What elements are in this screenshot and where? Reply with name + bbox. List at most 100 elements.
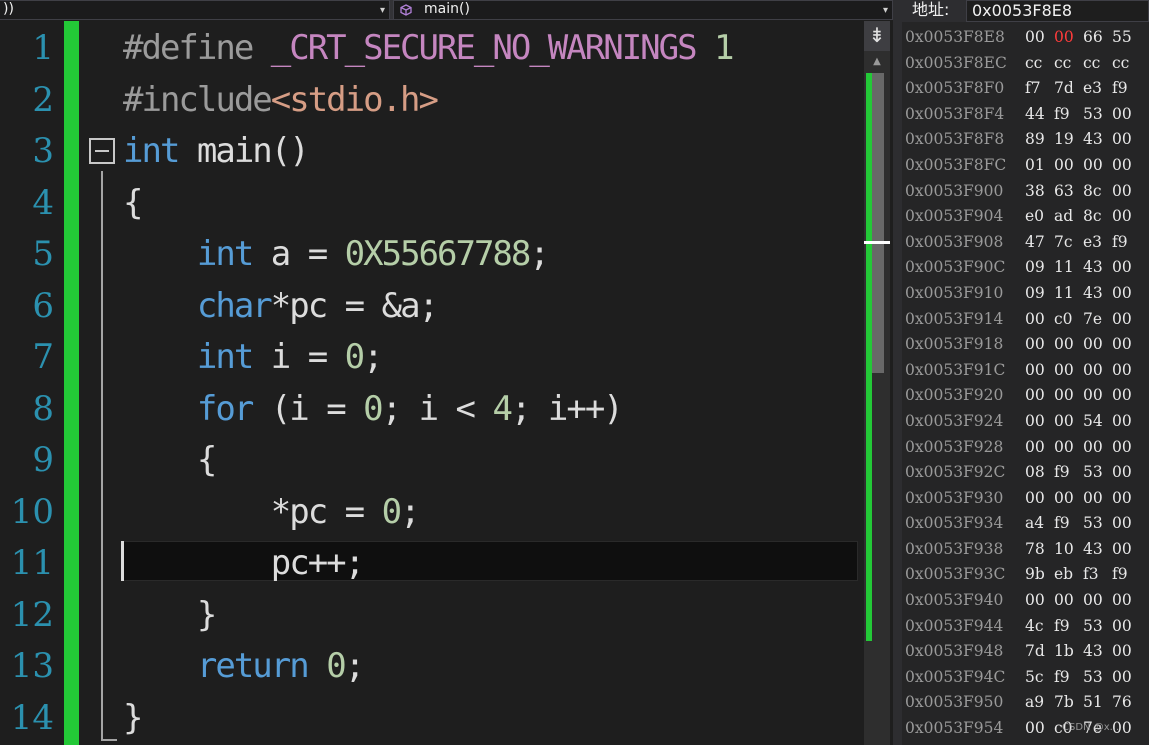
scroll-thumb[interactable]	[872, 73, 884, 373]
memory-row[interactable]: 0x0053F93C 9b eb f3 f9	[902, 562, 1149, 588]
memory-byte[interactable]: 00	[1025, 307, 1045, 332]
memory-row[interactable]: 0x0053F910 09 11 43 00	[902, 281, 1149, 307]
memory-byte[interactable]: 8c	[1083, 179, 1102, 204]
memory-row[interactable]: 0x0053F918 00 00 00 00	[902, 332, 1149, 358]
memory-byte[interactable]: 00	[1112, 179, 1132, 204]
memory-byte[interactable]: 00	[1112, 409, 1132, 434]
memory-byte[interactable]: 7c	[1054, 230, 1073, 255]
memory-byte[interactable]: 78	[1025, 537, 1045, 562]
memory-byte[interactable]: 89	[1025, 127, 1045, 152]
memory-byte[interactable]: 43	[1083, 127, 1103, 152]
code-line[interactable]: int i = 0;	[123, 332, 384, 383]
code-line[interactable]: *pc = 0;	[123, 487, 421, 538]
memory-byte[interactable]: 00	[1025, 409, 1045, 434]
memory-byte[interactable]: 76	[1112, 690, 1132, 715]
memory-byte[interactable]: cc	[1054, 51, 1071, 76]
memory-row[interactable]: 0x0053F938 78 10 43 00	[902, 537, 1149, 563]
memory-byte[interactable]: 00	[1112, 358, 1132, 383]
memory-byte[interactable]: 43	[1083, 281, 1103, 306]
memory-byte[interactable]: f7	[1025, 76, 1041, 101]
memory-byte[interactable]: 63	[1054, 179, 1074, 204]
memory-byte[interactable]: 00	[1054, 409, 1074, 434]
memory-byte[interactable]: 00	[1054, 486, 1074, 511]
memory-byte[interactable]: 11	[1054, 255, 1074, 280]
memory-byte[interactable]: 00	[1054, 383, 1074, 408]
memory-byte[interactable]: e3	[1083, 76, 1102, 101]
code-line[interactable]: int a = 0X55667788;	[123, 229, 550, 280]
code-line[interactable]: {	[123, 435, 217, 486]
memory-byte[interactable]: 00	[1083, 486, 1103, 511]
memory-byte[interactable]: 8c	[1083, 204, 1102, 229]
memory-byte[interactable]: 38	[1025, 179, 1045, 204]
memory-row[interactable]: 0x0053F8FC 01 00 00 00	[902, 153, 1149, 179]
memory-byte[interactable]: 00	[1112, 383, 1132, 408]
memory-byte[interactable]: 7d	[1054, 76, 1074, 101]
memory-byte[interactable]: 00	[1054, 435, 1074, 460]
memory-byte[interactable]: 00	[1083, 435, 1103, 460]
memory-byte[interactable]: 09	[1025, 281, 1045, 306]
memory-byte[interactable]: 7e	[1083, 307, 1102, 332]
memory-byte[interactable]: 00	[1054, 25, 1074, 50]
memory-byte[interactable]: 53	[1083, 102, 1103, 127]
memory-byte[interactable]: 47	[1025, 230, 1045, 255]
memory-byte[interactable]: 1b	[1054, 639, 1074, 664]
code-line[interactable]: {	[123, 178, 144, 229]
memory-byte[interactable]: 01	[1025, 153, 1045, 178]
vertical-scrollbar[interactable]: ⇟ ▲	[864, 21, 890, 745]
memory-byte[interactable]: f9	[1054, 511, 1070, 536]
memory-byte[interactable]: 00	[1112, 460, 1132, 485]
memory-byte[interactable]: 00	[1054, 153, 1074, 178]
memory-byte[interactable]: 43	[1083, 255, 1103, 280]
memory-byte[interactable]: 00	[1112, 639, 1132, 664]
memory-byte[interactable]: 00	[1112, 332, 1132, 357]
memory-byte[interactable]: 00	[1083, 383, 1103, 408]
address-input[interactable]: 0x0053F8E8	[966, 0, 1149, 22]
memory-byte[interactable]: 00	[1083, 153, 1103, 178]
memory-byte[interactable]: 00	[1083, 588, 1103, 613]
memory-byte[interactable]: 55	[1112, 25, 1132, 50]
memory-byte[interactable]: cc	[1112, 51, 1129, 76]
memory-byte[interactable]: 00	[1112, 665, 1132, 690]
memory-row[interactable]: 0x0053F908 47 7c e3 f9	[902, 230, 1149, 256]
collapse-icon[interactable]	[89, 138, 115, 164]
code-line[interactable]: char*pc = &a;	[123, 281, 439, 332]
memory-row[interactable]: 0x0053F944 4c f9 53 00	[902, 614, 1149, 640]
memory-row[interactable]: 0x0053F920 00 00 00 00	[902, 383, 1149, 409]
code-line[interactable]: #define _CRT_SECURE_NO_WARNINGS 1	[123, 23, 735, 74]
memory-byte[interactable]: 00	[1112, 511, 1132, 536]
code-line[interactable]: for (i = 0; i < 4; i++)	[123, 384, 624, 435]
code-line[interactable]: int main()	[123, 126, 310, 177]
memory-byte[interactable]: e0	[1025, 204, 1044, 229]
memory-byte[interactable]: 44	[1025, 102, 1045, 127]
memory-row[interactable]: 0x0053F934 a4 f9 53 00	[902, 511, 1149, 537]
memory-byte[interactable]: 00	[1112, 486, 1132, 511]
scope-dropdown[interactable]: )) ▾	[0, 0, 390, 20]
memory-byte[interactable]: 00	[1112, 127, 1132, 152]
memory-byte[interactable]: 00	[1025, 332, 1045, 357]
memory-byte[interactable]: 00	[1025, 358, 1045, 383]
memory-byte[interactable]: f9	[1112, 562, 1128, 587]
memory-byte[interactable]: 53	[1083, 614, 1103, 639]
memory-byte[interactable]: 00	[1112, 281, 1132, 306]
memory-byte[interactable]: f9	[1054, 460, 1070, 485]
memory-byte[interactable]: 08	[1025, 460, 1045, 485]
memory-byte[interactable]: 09	[1025, 255, 1045, 280]
memory-byte[interactable]: f9	[1054, 614, 1070, 639]
memory-byte[interactable]: 00	[1025, 716, 1045, 741]
memory-byte[interactable]: 00	[1112, 588, 1132, 613]
memory-byte[interactable]: 00	[1054, 332, 1074, 357]
memory-byte[interactable]: 00	[1112, 102, 1132, 127]
memory-byte[interactable]: 00	[1112, 153, 1132, 178]
memory-byte[interactable]: 00	[1025, 486, 1045, 511]
memory-byte[interactable]: 4c	[1025, 614, 1044, 639]
memory-byte[interactable]: 00	[1112, 537, 1132, 562]
memory-byte[interactable]: 00	[1025, 435, 1045, 460]
memory-byte[interactable]: 66	[1083, 25, 1103, 50]
memory-byte[interactable]: 43	[1083, 639, 1103, 664]
memory-byte[interactable]: 7d	[1025, 639, 1045, 664]
memory-byte[interactable]: 00	[1112, 204, 1132, 229]
split-window-icon[interactable]: ⇟	[864, 21, 890, 51]
memory-byte[interactable]: 53	[1083, 511, 1103, 536]
memory-row[interactable]: 0x0053F90C 09 11 43 00	[902, 255, 1149, 281]
memory-byte[interactable]: 00	[1025, 383, 1045, 408]
